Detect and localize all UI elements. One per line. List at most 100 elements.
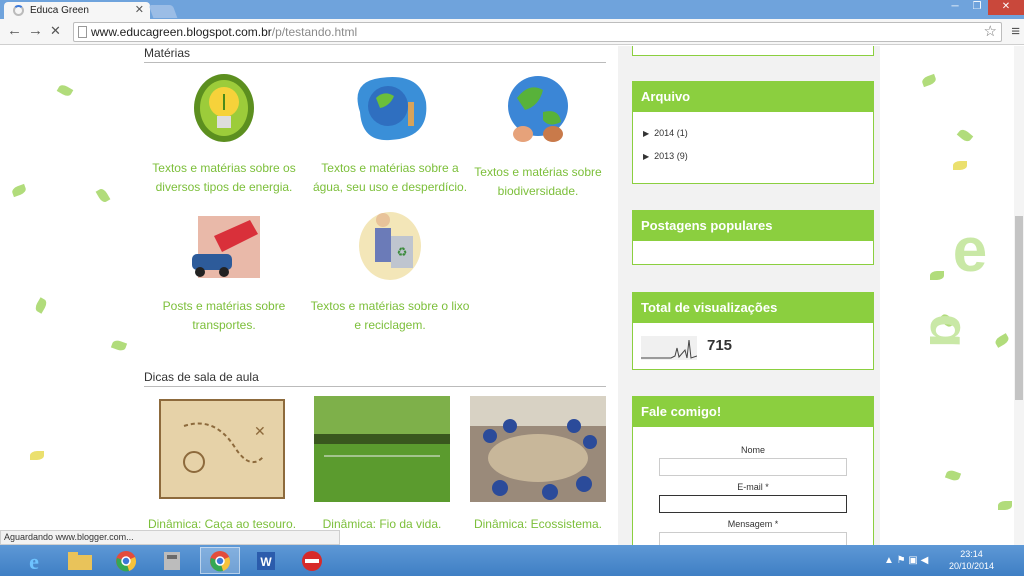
topic-transportes[interactable]: Posts e matérias sobre transportes. — [144, 206, 304, 335]
chrome-active-taskbar-icon[interactable] — [200, 547, 240, 574]
visualizacoes-widget: Total de visualizações 715 — [632, 292, 874, 370]
claro-icon[interactable] — [292, 547, 332, 574]
page-icon — [78, 26, 87, 38]
restore-icon[interactable]: ❐ — [966, 0, 988, 15]
topic-reciclagem[interactable]: ♻ Textos e matérias sobre o lixo e recic… — [310, 206, 470, 335]
expand-arrow-icon[interactable]: ▶ — [643, 152, 649, 161]
stop-icon[interactable]: ✕ — [50, 23, 61, 39]
tray-icons[interactable]: ▲ ⚑ ▣ ◀ — [884, 555, 928, 566]
water-globe-icon — [357, 77, 427, 141]
file-explorer-icon[interactable] — [60, 547, 100, 574]
page-content: e g Matérias Textos e matérias sobre os … — [0, 46, 1024, 545]
leaf-decoration — [30, 451, 44, 460]
browser-tab[interactable]: Educa Green ✕ — [4, 2, 150, 19]
materias-heading: Matérias — [144, 46, 606, 63]
mensagem-label: Mensagem * — [727, 519, 779, 529]
window-titlebar: Educa Green ✕ ─ ❐ ✕ — [0, 0, 1024, 19]
clock-time: 23:14 — [960, 549, 983, 559]
leaf-decoration — [956, 127, 974, 144]
chrome-taskbar-icon[interactable] — [106, 547, 146, 574]
loading-icon — [13, 5, 24, 16]
topic-caption[interactable]: Textos e matérias sobre biodiversidade. — [458, 163, 618, 201]
contato-title: Fale comigo! — [633, 397, 873, 427]
topic-caption[interactable]: Posts e matérias sobre transportes. — [144, 297, 304, 335]
educa-green-logo: e g — [930, 216, 987, 348]
contato-widget: Fale comigo! Nome E-mail * Mensagem * — [632, 396, 874, 545]
email-label: E-mail * — [737, 482, 769, 492]
archive-year-2014[interactable]: ▶ 2014 (1) — [633, 122, 873, 145]
dica-ecossistema[interactable]: Dinâmica: Ecossistema. — [460, 396, 616, 534]
sidebar: Arquivo ▶ 2014 (1) ▶ 2013 (9) Postagens po… — [618, 46, 880, 545]
dica-caption[interactable]: Dinâmica: Ecossistema. — [460, 515, 616, 534]
dicas-heading: Dicas de sala de aula — [144, 370, 606, 387]
leaf-decoration — [920, 73, 938, 88]
email-field[interactable] — [659, 495, 847, 513]
scrollbar-thumb[interactable] — [1015, 216, 1023, 400]
topic-caption[interactable]: Textos e matérias sobre o lixo e recicla… — [310, 297, 470, 335]
forward-arrow-icon[interactable]: → — [28, 23, 43, 39]
clock-date: 20/10/2014 — [948, 561, 994, 571]
arquivo-title: Arquivo — [633, 82, 873, 112]
address-bar[interactable]: www.educagreen.blogspot.com.br/p/testand… — [73, 22, 1002, 42]
topic-caption[interactable]: Textos e matérias sobre a água, seu uso … — [310, 159, 470, 197]
leaf-decoration — [953, 161, 967, 170]
url-host: www.educagreen.blogspot.com.br — [91, 25, 272, 39]
biodiversity-globe-icon — [508, 76, 568, 142]
window-controls: ─ ❐ ✕ — [944, 0, 1024, 15]
leaf-decoration — [998, 501, 1012, 510]
expand-arrow-icon[interactable]: ▶ — [643, 129, 649, 138]
clock[interactable]: 23:14 20/10/2014 — [949, 548, 994, 572]
status-bar: Aguardando www.blogger.com... — [0, 530, 340, 545]
dica-caca-tesouro[interactable]: ✕ Dinâmica: Caça ao tesouro. — [144, 396, 300, 534]
archive-year-2013[interactable]: ▶ 2013 (9) — [633, 145, 873, 168]
arquivo-widget: Arquivo ▶ 2014 (1) ▶ 2013 (9) — [632, 81, 874, 184]
url-path: /p/testando.html — [271, 25, 358, 39]
transport-icon — [192, 216, 260, 278]
visualizacoes-count: 715 — [707, 337, 733, 354]
back-arrow-icon[interactable]: ← — [7, 23, 22, 39]
svg-text:e: e — [29, 549, 39, 573]
visualizacoes-title: Total de visualizações — [633, 293, 873, 323]
nome-label: Nome — [740, 445, 765, 455]
nome-field[interactable] — [659, 458, 847, 476]
topic-caption[interactable]: Textos e matérias sobre os diversos tipo… — [144, 159, 304, 197]
svg-text:W: W — [260, 555, 272, 569]
menu-icon[interactable]: ≡ — [1011, 23, 1020, 40]
populares-widget: Postagens populares — [632, 210, 874, 265]
recycling-icon: ♻ — [359, 212, 421, 280]
svg-text:g: g — [930, 314, 981, 348]
lightbulb-icon — [194, 74, 254, 142]
svg-text:✕: ✕ — [254, 423, 266, 439]
leaf-decoration — [33, 297, 49, 314]
mensagem-field[interactable] — [659, 532, 847, 545]
app-icon[interactable] — [152, 547, 192, 574]
sparkline-chart — [641, 336, 697, 360]
treasure-map-image: ✕ — [159, 399, 285, 499]
new-tab-button[interactable] — [148, 5, 178, 18]
topic-agua[interactable]: Textos e matérias sobre a água, seu uso … — [310, 72, 470, 197]
scrollbar[interactable] — [1014, 46, 1024, 545]
svg-text:♻: ♻ — [397, 245, 408, 259]
topic-biodiversidade[interactable]: Textos e matérias sobre biodiversidade. — [458, 72, 618, 201]
leaf-decoration — [95, 187, 111, 204]
tab-title: Educa Green — [30, 5, 89, 16]
ecossistema-photo — [470, 396, 606, 502]
dica-fio-vida[interactable]: Dinâmica: Fio da vida. — [304, 396, 460, 534]
leaf-decoration — [56, 83, 74, 98]
topic-energia[interactable]: Textos e matérias sobre os diversos tipo… — [144, 72, 304, 197]
previous-widget — [632, 46, 874, 56]
bookmark-star-icon[interactable]: ☆ — [984, 22, 997, 40]
leaf-decoration — [944, 468, 962, 483]
minimize-icon[interactable]: ─ — [944, 0, 966, 15]
word-icon[interactable]: W — [246, 547, 286, 574]
populares-title: Postagens populares — [633, 211, 873, 241]
close-window-icon[interactable]: ✕ — [988, 0, 1024, 15]
fio-vida-photo — [314, 396, 450, 502]
taskbar: e W ▲ ⚑ ▣ ◀ 23:14 20/10/2014 — [0, 545, 1024, 576]
leaf-decoration — [10, 183, 28, 198]
ie-icon[interactable]: e — [14, 547, 54, 574]
svg-text:e: e — [953, 216, 987, 285]
leaf-decoration — [110, 338, 128, 353]
close-tab-icon[interactable]: ✕ — [135, 3, 144, 16]
browser-toolbar: ← → ✕ www.educagreen.blogspot.com.br/p/t… — [0, 19, 1024, 45]
